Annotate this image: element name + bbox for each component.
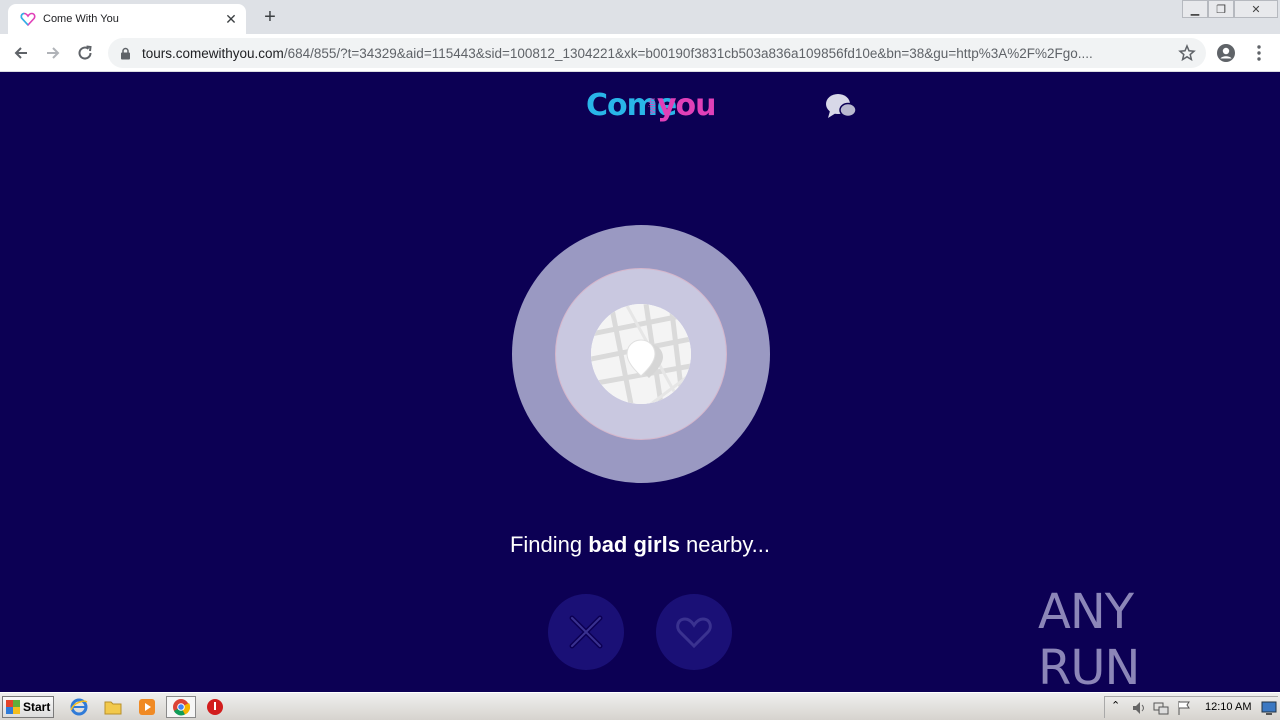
- logo-with: with: [647, 97, 657, 114]
- logo-you: you: [657, 88, 717, 123]
- url-path: /684/855/?t=34329&aid=115443&sid=100812_…: [283, 45, 1093, 61]
- account-icon[interactable]: [1213, 40, 1239, 66]
- restore-icon[interactable]: ❐: [1208, 0, 1234, 18]
- browser-toolbar: tours.comewithyou.com/684/855/?t=34329&a…: [0, 34, 1280, 72]
- tab-strip: Come With You ✕ + ▁ ❐ ✕: [0, 0, 1280, 34]
- search-radar: [512, 225, 770, 483]
- reload-icon[interactable]: [72, 40, 98, 66]
- menu-dots-icon[interactable]: [1246, 40, 1272, 66]
- dislike-button[interactable]: [548, 594, 624, 670]
- finding-bold: bad girls: [588, 532, 680, 557]
- close-icon[interactable]: ✕: [222, 10, 240, 28]
- desktop-icon[interactable]: [1261, 700, 1277, 720]
- tab-come-with-you[interactable]: Come With You ✕: [8, 4, 246, 34]
- address-bar[interactable]: tours.comewithyou.com/684/855/?t=34329&a…: [108, 38, 1206, 68]
- back-arrow-icon[interactable]: [8, 40, 34, 66]
- window-controls: ▁ ❐ ✕: [1182, 0, 1278, 18]
- folder-icon[interactable]: [102, 697, 124, 717]
- start-button[interactable]: Start: [2, 696, 54, 718]
- clock[interactable]: 12:10 AM: [1205, 701, 1251, 713]
- windows-flag-icon: [6, 700, 20, 714]
- finding-suffix: nearby...: [679, 532, 771, 557]
- star-icon[interactable]: [1178, 44, 1196, 62]
- like-heart-icon: [676, 617, 712, 649]
- system-tray: ⌃ 12:10 AM: [1104, 696, 1278, 718]
- lock-icon[interactable]: [120, 47, 134, 60]
- screen: Come With You ✕ + ▁ ❐ ✕ tours.comewithyo…: [0, 0, 1280, 720]
- comewithyou-logo[interactable]: Come with you: [580, 84, 717, 128]
- finding-status-text: Finding bad girls nearby...: [0, 532, 1280, 558]
- map-circle: [591, 304, 691, 404]
- forward-arrow-icon[interactable]: [40, 40, 66, 66]
- plus-icon[interactable]: +: [258, 6, 282, 28]
- finding-prefix: Finding: [509, 532, 589, 557]
- media-player-icon[interactable]: [136, 697, 158, 717]
- start-label: Start: [23, 700, 51, 714]
- network-icon[interactable]: [1153, 700, 1169, 720]
- dislike-x-icon: [569, 615, 603, 649]
- map-pin-icon: [591, 304, 691, 404]
- flag-icon[interactable]: [1177, 700, 1191, 720]
- tray-arrow-icon[interactable]: ⌃: [1111, 699, 1120, 712]
- stop-icon[interactable]: [204, 697, 226, 717]
- minimize-icon[interactable]: ▁: [1182, 0, 1208, 18]
- watermark-text: ANY RUN: [1038, 584, 1140, 692]
- tab-title: Come With You: [43, 13, 119, 25]
- url-host: tours.comewithyou.com: [142, 45, 284, 61]
- internet-explorer-icon[interactable]: [68, 697, 90, 717]
- page-content: Come with you Finding bad girls nearby..…: [0, 72, 1280, 692]
- volume-icon[interactable]: [1131, 700, 1147, 720]
- windows-taskbar: Start ⌃ 12:10 AM: [0, 692, 1280, 720]
- chat-bubbles-icon[interactable]: [824, 92, 860, 122]
- url-text[interactable]: tours.comewithyou.com/684/855/?t=34329&a…: [142, 46, 1152, 61]
- heart-favicon-icon: [20, 11, 36, 27]
- like-button[interactable]: [656, 594, 732, 670]
- chrome-icon[interactable]: [166, 696, 196, 718]
- window-close-icon[interactable]: ✕: [1234, 0, 1278, 18]
- anyrun-watermark: ANY RUN: [1038, 584, 1234, 692]
